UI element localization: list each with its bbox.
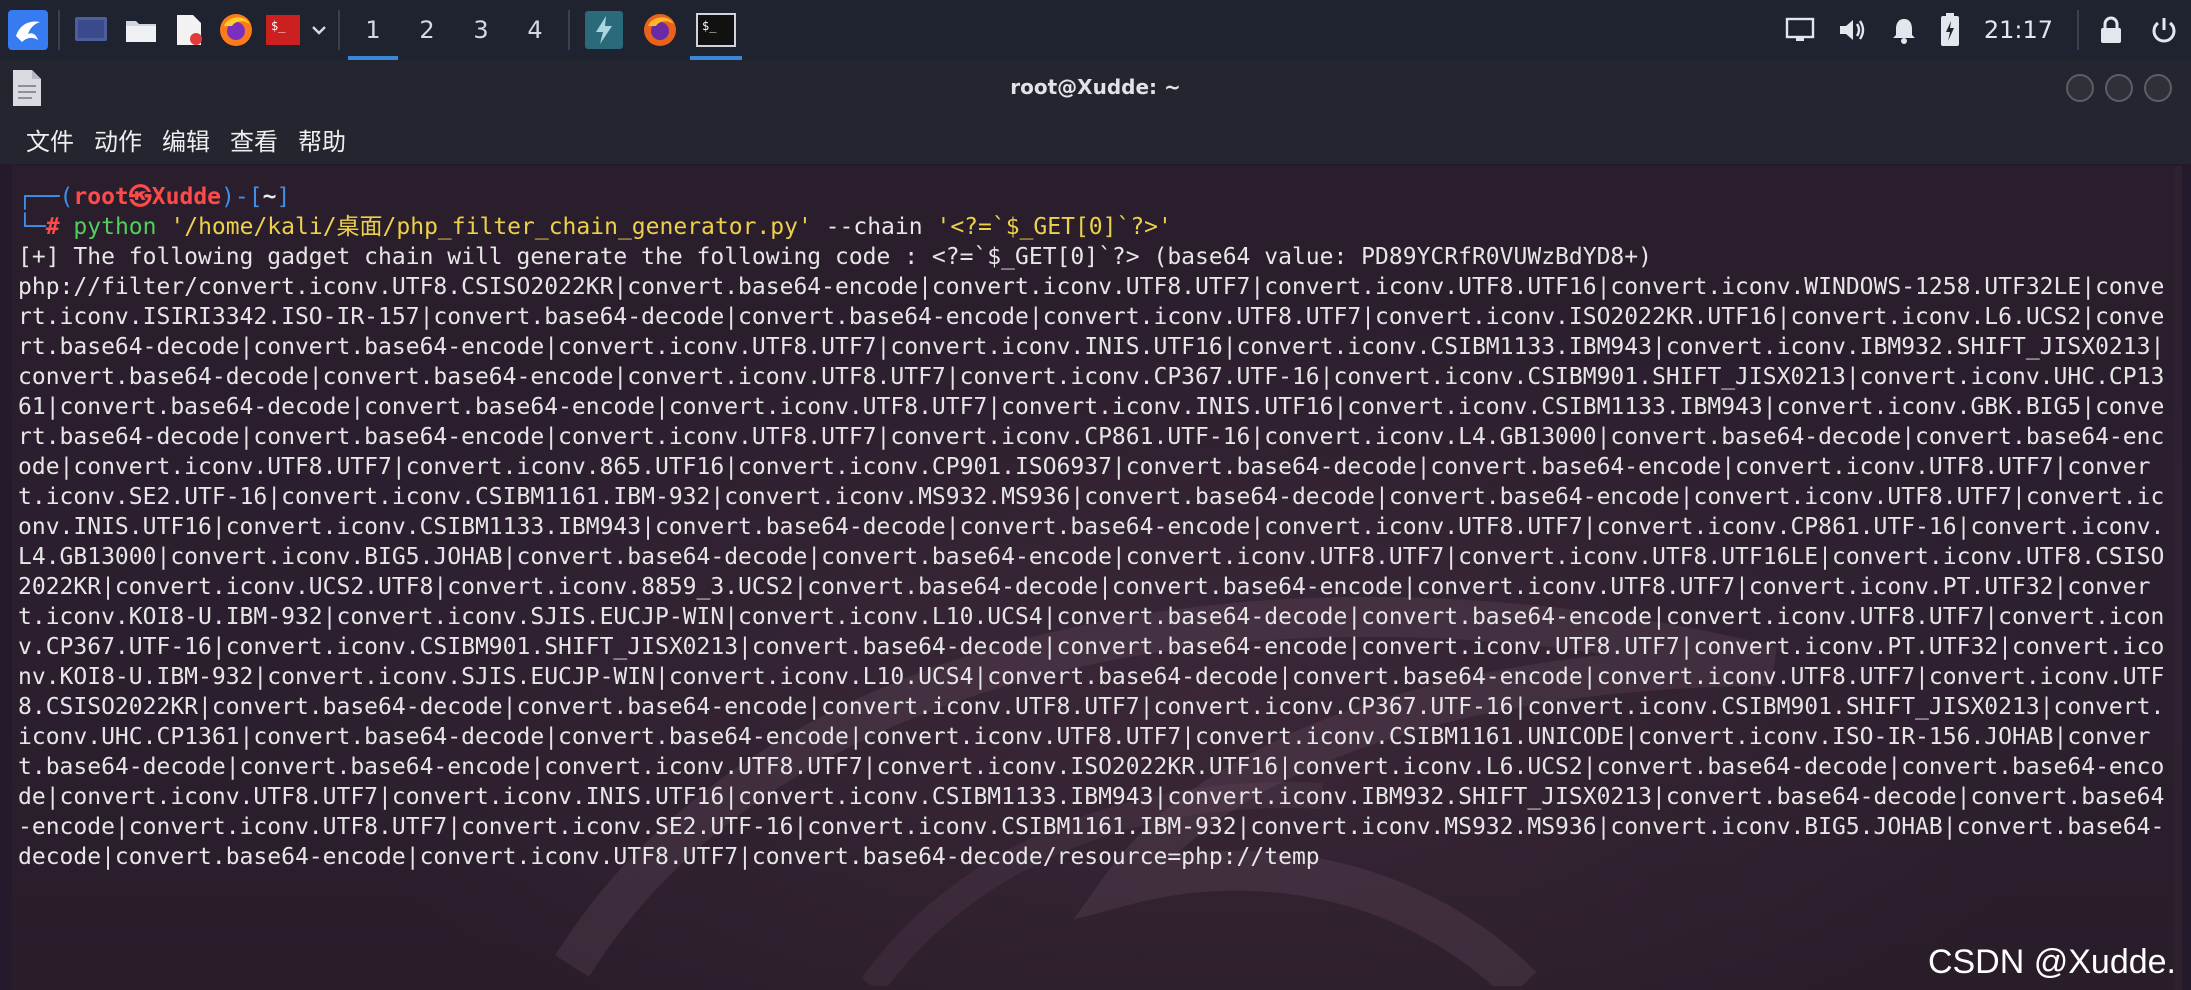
chevron-down-icon (312, 26, 326, 35)
lock-icon (2101, 16, 2121, 43)
lock-screen-button[interactable] (2085, 0, 2137, 60)
text-editor-button[interactable] (166, 0, 212, 60)
desktop-icon (75, 17, 107, 41)
minimize-button[interactable] (2066, 74, 2094, 102)
prompt-host: Xudde (151, 184, 222, 210)
menu-actions[interactable]: 动作 (94, 122, 142, 157)
csdn-watermark: CSDN @Xudde. (1927, 943, 2176, 981)
firefox-icon (644, 14, 676, 46)
task-terminal[interactable]: $_ (688, 0, 744, 60)
workspace-label: 2 (419, 16, 435, 44)
prompt-box: ┌──( (18, 184, 74, 210)
menu-bar: 文件 动作 编辑 查看 帮助 (0, 114, 2191, 164)
output-filter-chain: php://filter/convert.iconv.UTF8.CSISO202… (18, 274, 2165, 870)
terminal-launcher[interactable]: $_ (260, 0, 306, 60)
svg-text:$_: $_ (271, 19, 286, 33)
workspace-2[interactable]: 2 (400, 0, 454, 60)
launcher-dropdown[interactable] (306, 0, 332, 60)
battery-button[interactable] (1930, 0, 1970, 60)
lightning-icon (585, 11, 623, 49)
kali-menu-button[interactable] (4, 0, 52, 60)
terminal-icon: $_ (266, 15, 300, 45)
menu-help[interactable]: 帮助 (298, 122, 346, 157)
terminal-output-area[interactable]: ┌──(root㉿Xudde)-[~] └─# python '/home/ka… (12, 166, 2182, 990)
prompt-box: └─ (18, 214, 46, 240)
network-button[interactable] (1774, 0, 1826, 60)
bell-icon (1892, 19, 1915, 44)
maximize-button[interactable] (2105, 74, 2133, 102)
terminal-window: root@Xudde: ~ 文件 动作 编辑 查看 帮助 ┌──(root㉿Xu… (0, 60, 2191, 990)
workspace-3[interactable]: 3 (454, 0, 508, 60)
text-editor-icon (177, 15, 202, 45)
prompt-box: ] (276, 184, 291, 210)
prompt-box: )-[ (221, 184, 263, 210)
prompt-line-1: ┌──(root㉿Xudde)-[~] (18, 182, 290, 212)
title-bar[interactable]: root@Xudde: ~ (0, 60, 2191, 114)
prompt-at: ㉿ (128, 184, 152, 210)
top-panel: $_ 1 2 3 4 $_ 21:17 (0, 0, 2191, 60)
workspace-1[interactable]: 1 (346, 0, 400, 60)
workspace-4[interactable]: 4 (508, 0, 562, 60)
svg-text:$_: $_ (702, 19, 717, 33)
power-icon (2152, 18, 2176, 43)
prompt-hash: # (45, 214, 60, 240)
volume-icon (1839, 20, 1865, 40)
power-button[interactable] (2137, 0, 2191, 60)
menu-edit[interactable]: 编辑 (162, 122, 210, 157)
command-chain-arg: '<?=`$_GET[0]`?>' (936, 214, 1172, 240)
firefox-icon (220, 14, 252, 46)
panel-separator (338, 10, 340, 50)
output-info-line: [+] The following gadget chain will gene… (18, 244, 1652, 270)
show-desktop-button[interactable] (66, 0, 116, 60)
menu-file[interactable]: 文件 (26, 122, 74, 157)
task-firefox[interactable] (632, 0, 688, 60)
clock[interactable]: 21:17 (1984, 16, 2053, 44)
battery-icon (1940, 13, 1959, 46)
command-name: python (73, 214, 157, 240)
terminal-icon: $_ (696, 13, 736, 47)
command-path-arg: '/home/kali/桌面/php_filter_chain_generato… (170, 214, 812, 240)
command-option: --chain (825, 214, 923, 240)
prompt-dir: ~ (262, 184, 277, 210)
folder-icon (126, 21, 156, 42)
panel-separator (2077, 10, 2079, 50)
network-icon (1785, 17, 1815, 41)
document-icon (13, 70, 41, 106)
close-button[interactable] (2144, 74, 2172, 102)
volume-button[interactable] (1826, 0, 1878, 60)
prompt-line-2: └─# python '/home/kali/桌面/php_filter_cha… (18, 212, 1172, 242)
workspace-label: 3 (473, 16, 489, 44)
kali-dragon-icon (8, 10, 48, 50)
workspace-label: 1 (365, 16, 381, 44)
menu-view[interactable]: 查看 (230, 122, 278, 157)
window-title: root@Xudde: ~ (1010, 75, 1181, 99)
workspace-label: 4 (527, 16, 543, 44)
system-tray: 21:17 (1774, 0, 2191, 60)
panel-separator (58, 10, 60, 50)
file-manager-button[interactable] (116, 0, 166, 60)
task-burp[interactable] (576, 0, 632, 60)
notifications-button[interactable] (1878, 0, 1930, 60)
prompt-user: root (73, 184, 129, 210)
firefox-launcher[interactable] (212, 0, 260, 60)
panel-separator (568, 10, 570, 50)
